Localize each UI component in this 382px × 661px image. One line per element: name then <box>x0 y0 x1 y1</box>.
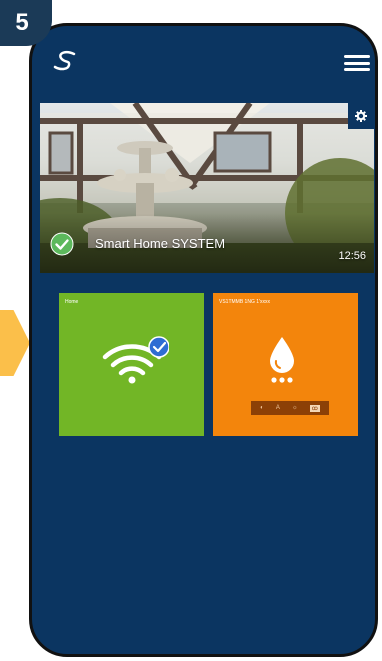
banner-time: 12:56 <box>338 250 366 262</box>
banner-title: Smart Home SYSTEM <box>95 236 226 251</box>
home-banner[interactable]: Smart Home SYSTEM 12:56 <box>40 103 374 273</box>
home-tile[interactable]: Home <box>59 293 204 436</box>
mode-comfort[interactable]: ☼ <box>292 405 298 411</box>
home-tile-label: Home <box>65 299 79 305</box>
mode-selector[interactable]: ◐ A ☼ ꝏ <box>251 401 329 415</box>
device-tile[interactable]: VS1TMMB 1NG 1'xxxx ◐ A ☼ ꝏ <box>213 293 358 436</box>
mode-eco[interactable]: ꝏ <box>309 404 320 412</box>
hamburger-menu-icon[interactable] <box>344 55 370 71</box>
water-drop-icon <box>270 337 294 383</box>
device-tile-label: VS1TMMB 1NG 1'xxxx <box>219 299 270 305</box>
gear-icon <box>355 110 367 122</box>
check-circle-icon <box>50 232 74 256</box>
mode-auto[interactable]: A <box>276 405 280 411</box>
wifi-check-icon <box>102 336 169 384</box>
s-logo-icon[interactable] <box>52 50 78 72</box>
settings-button[interactable] <box>348 103 374 129</box>
step-arrow <box>0 310 30 376</box>
mode-manual[interactable]: ◐ <box>260 405 264 411</box>
